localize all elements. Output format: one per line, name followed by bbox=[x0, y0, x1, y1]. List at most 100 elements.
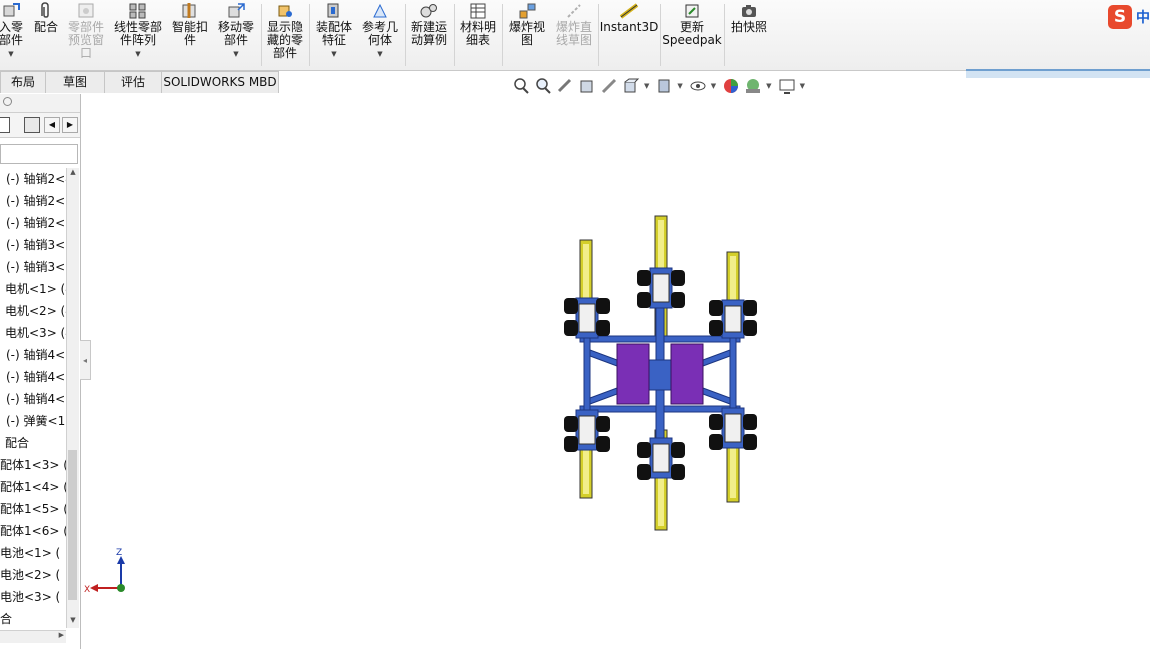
tree-filter-input[interactable] bbox=[0, 144, 78, 164]
coordinate-triad: Z X bbox=[84, 548, 125, 595]
dynamic-annotation-icon[interactable] bbox=[600, 77, 618, 95]
instant3d-button[interactable]: Instant3D bbox=[600, 0, 658, 70]
show-hidden-components-button[interactable]: 显示隐 藏的零 部件 bbox=[263, 0, 307, 70]
tab-evaluate[interactable]: 评估 bbox=[104, 71, 162, 93]
assembly-feature-icon bbox=[327, 3, 339, 18]
tree-item[interactable]: (-) 轴销3<2 bbox=[0, 256, 66, 278]
chevron-down-icon[interactable]: ▼ bbox=[800, 82, 805, 90]
tree-item[interactable]: (-) 轴销2<6 bbox=[0, 212, 66, 234]
apply-scene-icon[interactable] bbox=[744, 77, 762, 95]
tree-item[interactable]: (-) 轴销3<1 bbox=[0, 234, 66, 256]
battery-right bbox=[670, 343, 704, 405]
take-snapshot-button[interactable]: 拍快照 bbox=[726, 0, 772, 70]
tree-vertical-scrollbar[interactable]: ▲ ▼ bbox=[66, 168, 79, 628]
zoom-to-area-icon[interactable] bbox=[534, 77, 552, 95]
assembly-features-label: 装配体 特征 bbox=[315, 20, 352, 47]
assembly-features-button[interactable]: 装配体 特征 ▼ bbox=[312, 0, 356, 70]
chevron-down-icon[interactable]: ▼ bbox=[766, 82, 771, 90]
view-orientation-icon[interactable] bbox=[622, 77, 640, 95]
tree-item[interactable]: (-) 轴销4<1 bbox=[0, 344, 66, 366]
scroll-right-button[interactable]: ▶ bbox=[62, 117, 78, 133]
view-settings-icon[interactable] bbox=[778, 77, 796, 95]
property-manager-tab-icon[interactable] bbox=[24, 117, 40, 133]
smart-fasteners-button[interactable]: 智能扣 件 bbox=[168, 0, 212, 70]
ribbon-separator bbox=[261, 4, 262, 66]
tree-item[interactable]: 配体1<5> ( bbox=[0, 498, 66, 520]
chevron-down-icon[interactable]: ▼ bbox=[377, 48, 382, 61]
panel-splitter-handle[interactable]: ◂ bbox=[80, 340, 91, 380]
tree-item[interactable]: 配体1<3> ( bbox=[0, 454, 66, 476]
scroll-thumb[interactable] bbox=[68, 450, 77, 600]
hide-show-items-icon[interactable] bbox=[689, 77, 707, 95]
linear-pattern-button[interactable]: 线性零部 件阵列 ▼ bbox=[112, 0, 164, 70]
tree-item[interactable]: 电机<3> (4 bbox=[0, 322, 66, 344]
feature-tree-tab-icon[interactable] bbox=[0, 117, 10, 133]
section-view-icon[interactable] bbox=[578, 77, 596, 95]
tree-item[interactable]: (-) 弹簧<1 bbox=[0, 410, 66, 432]
feature-tree: (-) 轴销2<4 (-) 轴销2<5 (-) 轴销2<6 (-) 轴销3<1 … bbox=[0, 168, 66, 628]
wheel-module-top-right bbox=[709, 299, 757, 339]
new-motion-study-button[interactable]: 新建运 动算例 bbox=[407, 0, 451, 70]
move-component-button[interactable]: 移动零 部件 ▼ bbox=[214, 0, 258, 70]
take-snapshot-label: 拍快照 bbox=[730, 20, 767, 34]
chevron-down-icon[interactable]: ▼ bbox=[135, 48, 140, 61]
scroll-down-arrow[interactable]: ▼ bbox=[67, 616, 79, 628]
tree-item[interactable]: 电机<2> (4 bbox=[0, 300, 66, 322]
exploded-view-label: 爆炸视 图 bbox=[508, 20, 545, 47]
tab-layout[interactable]: 布局 bbox=[0, 71, 46, 93]
insert-components-button[interactable]: 入零 部件 ▼ bbox=[0, 0, 28, 70]
sogou-logo-icon: S bbox=[1108, 5, 1132, 29]
feature-manager-panel: ◀ ▶ (-) 轴销2<4 (-) 轴销2<5 (-) 轴销2<6 (-) 轴销… bbox=[0, 94, 81, 649]
scroll-up-arrow[interactable]: ▲ bbox=[67, 168, 79, 180]
wheel-module-top-center bbox=[637, 267, 685, 309]
component-preview-button[interactable]: 零部件 预览窗 口 bbox=[64, 0, 108, 70]
insert-components-label: 入零 部件 bbox=[0, 20, 23, 47]
chevron-down-icon[interactable]: ▼ bbox=[331, 48, 336, 61]
display-style-icon[interactable] bbox=[655, 77, 673, 95]
chevron-down-icon[interactable]: ▼ bbox=[644, 82, 649, 90]
tree-item[interactable]: 电池<2> ( bbox=[0, 564, 66, 586]
zoom-to-fit-icon[interactable] bbox=[512, 77, 530, 95]
tree-item[interactable]: 配合 bbox=[0, 432, 66, 454]
tree-item[interactable]: 电池<1> ( bbox=[0, 542, 66, 564]
bill-of-materials-button[interactable]: 材料明 细表 bbox=[456, 0, 500, 70]
wheel-module-bottom-left bbox=[564, 409, 610, 452]
update-speedpak-button[interactable]: 更新 Speedpak bbox=[662, 0, 722, 70]
previous-view-icon[interactable] bbox=[556, 77, 574, 95]
exploded-view-icon bbox=[519, 3, 536, 19]
tree-horizontal-scrollbar[interactable]: ▶ bbox=[0, 630, 66, 643]
explode-line-sketch-button[interactable]: 爆炸直 线草图 bbox=[552, 0, 596, 70]
tree-item[interactable]: (-) 轴销4<2 bbox=[0, 366, 66, 388]
chevron-down-icon[interactable]: ▼ bbox=[711, 82, 716, 90]
scroll-left-button[interactable]: ◀ bbox=[44, 117, 60, 133]
tree-item[interactable]: (-) 轴销2<5 bbox=[0, 190, 66, 212]
wheel-module-top-left bbox=[564, 297, 610, 339]
tab-solidworks-mbd[interactable]: SOLIDWORKS MBD bbox=[161, 71, 279, 93]
exploded-view-button[interactable]: 爆炸视 图 bbox=[504, 0, 550, 70]
tree-item[interactable]: 配体1<6> ( bbox=[0, 520, 66, 542]
chevron-down-icon[interactable]: ▼ bbox=[233, 48, 238, 61]
edit-appearance-icon[interactable] bbox=[722, 77, 740, 95]
component-preview-label: 零部件 预览窗 口 bbox=[67, 20, 104, 60]
ime-indicator[interactable]: S 中 bbox=[1108, 5, 1150, 29]
scroll-right-arrow[interactable]: ▶ bbox=[59, 631, 64, 639]
tab-sketch[interactable]: 草图 bbox=[45, 71, 105, 93]
tree-item[interactable]: (-) 轴销4<3 bbox=[0, 388, 66, 410]
reference-geometry-label: 参考几 何体 bbox=[361, 20, 398, 47]
tree-item[interactable]: 合 bbox=[0, 608, 66, 628]
tree-item[interactable]: (-) 轴销2<4 bbox=[0, 168, 66, 190]
tree-item[interactable]: 电机<1> (4 bbox=[0, 278, 66, 300]
tree-item[interactable]: 电池<3> ( bbox=[0, 586, 66, 608]
instant3d-label: Instant3D bbox=[599, 20, 659, 34]
mate-label: 配合 bbox=[33, 20, 58, 34]
panel-pin-icon[interactable] bbox=[3, 97, 12, 106]
tree-item[interactable]: 配体1<4> ( bbox=[0, 476, 66, 498]
ribbon-separator bbox=[454, 4, 455, 66]
chevron-down-icon[interactable]: ▼ bbox=[8, 48, 13, 61]
mate-button[interactable]: 配合 bbox=[32, 0, 60, 70]
assembly-model-view[interactable] bbox=[555, 210, 765, 535]
reference-geometry-button[interactable]: 参考几 何体 ▼ bbox=[358, 0, 402, 70]
chevron-down-icon[interactable]: ▼ bbox=[677, 82, 682, 90]
ime-mode: 中 bbox=[1136, 10, 1150, 26]
linear-pattern-icon bbox=[129, 3, 146, 19]
